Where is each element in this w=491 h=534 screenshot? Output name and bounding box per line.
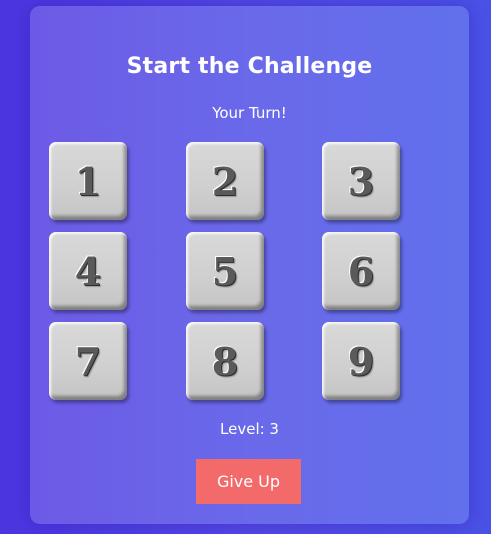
tile-9[interactable]: 9 — [322, 322, 400, 400]
tile-label: 9 — [347, 338, 375, 384]
give-up-button[interactable]: Give Up — [196, 459, 301, 504]
tile-2[interactable]: 2 — [186, 142, 264, 220]
tile-4[interactable]: 4 — [49, 232, 127, 310]
tile-label: 1 — [74, 158, 102, 204]
tile-label: 8 — [211, 338, 239, 384]
tile-label: 6 — [347, 248, 375, 294]
tile-6[interactable]: 6 — [322, 232, 400, 310]
tile-7[interactable]: 7 — [49, 322, 127, 400]
tile-label: 4 — [74, 248, 102, 294]
turn-status: Your Turn! — [212, 104, 287, 122]
tile-1[interactable]: 1 — [49, 142, 127, 220]
game-card: Start the Challenge Your Turn! 1 2 3 4 5… — [30, 6, 469, 524]
tile-label: 2 — [211, 158, 239, 204]
tile-label: 7 — [74, 338, 102, 384]
game-title: Start the Challenge — [126, 54, 373, 79]
number-grid: 1 2 3 4 5 6 7 8 9 — [49, 142, 404, 404]
level-indicator: Level: 3 — [220, 420, 279, 438]
tile-3[interactable]: 3 — [322, 142, 400, 220]
tile-8[interactable]: 8 — [186, 322, 264, 400]
tile-5[interactable]: 5 — [186, 232, 264, 310]
tile-label: 5 — [211, 248, 239, 294]
tile-label: 3 — [347, 158, 375, 204]
